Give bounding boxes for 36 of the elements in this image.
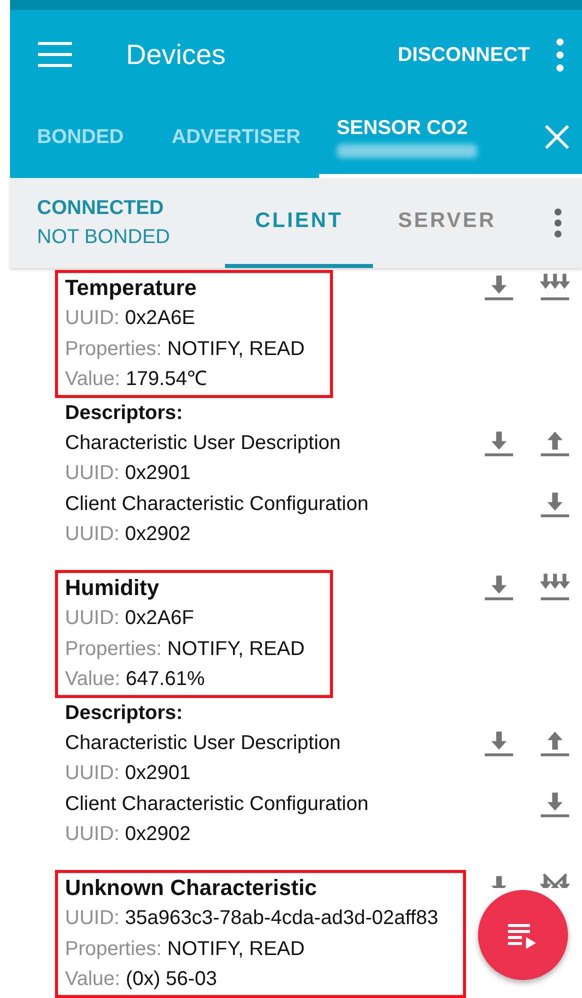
characteristic-name: Temperature <box>65 274 198 302</box>
device-tab[interactable]: ADVERTISER <box>142 100 319 178</box>
tab-label: SENSOR CO2 <box>336 116 469 140</box>
close-icon[interactable] <box>544 124 570 150</box>
fab-button[interactable] <box>478 890 568 980</box>
toolbar-title: Devices <box>126 39 227 71</box>
uuid-line: UUID: 0x2A6E <box>65 306 196 331</box>
value-line: Value: 647.61% <box>65 667 206 692</box>
characteristic-name: Unknown Characteristic <box>65 874 318 902</box>
descriptors-heading: Descriptors: <box>64 400 184 426</box>
properties-line: Properties: NOTIFY, READ <box>65 936 306 962</box>
descriptor-name: Characteristic User Description <box>65 430 341 456</box>
uuid-line: UUID: 0x2901 <box>65 761 192 786</box>
value-line: Value: 179.54℃ <box>65 367 208 392</box>
descriptor-name: Client Characteristic Configuration <box>65 792 368 816</box>
uuid-line: UUID: 0x2A6F <box>65 606 195 631</box>
characteristic-name: Humidity <box>65 574 160 602</box>
descriptor-name: Client Characteristic Configuration <box>65 492 368 516</box>
more-icon[interactable] <box>554 208 562 238</box>
device-tab[interactable]: BONDED <box>10 100 142 178</box>
mode-tab[interactable]: SERVER <box>373 178 521 268</box>
uuid-line: UUID: 0x2902 <box>65 822 192 847</box>
uuid-line: UUID: 0x2901 <box>65 461 192 486</box>
descriptor-name: Characteristic User Description <box>65 730 341 756</box>
bond-state: NOT BONDED <box>37 226 171 249</box>
more-icon[interactable] <box>556 38 564 72</box>
value-line: Value: (0x) 56-03 <box>65 967 218 992</box>
uuid-line: UUID: 0x2902 <box>65 522 192 547</box>
connection-state: CONNECTED <box>37 197 165 220</box>
uuid-line: UUID: 35a963c3-78ab-4cda-ad3d-02aff83 <box>65 906 438 931</box>
mode-tab[interactable]: CLIENT <box>225 178 373 268</box>
menu-icon[interactable] <box>38 42 72 68</box>
properties-line: Properties: NOTIFY, READ <box>65 636 305 662</box>
properties-line: Properties: NOTIFY, READ <box>65 336 305 362</box>
descriptors-heading: Descriptors: <box>64 700 184 726</box>
disconnect-button[interactable]: DISCONNECT <box>388 38 540 72</box>
